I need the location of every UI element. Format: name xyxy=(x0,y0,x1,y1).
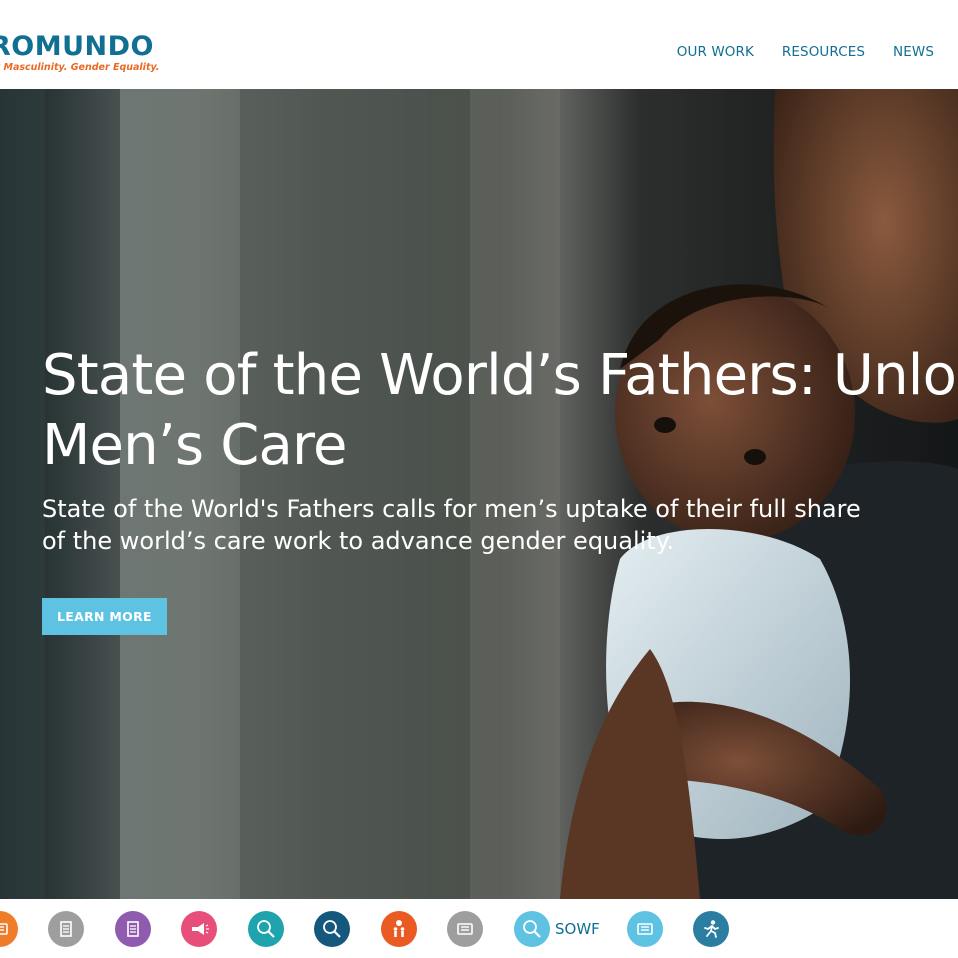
document-icon[interactable] xyxy=(115,911,151,947)
topic-icon-bar: SOWF xyxy=(0,899,958,958)
learn-more-button[interactable]: LEARN MORE xyxy=(42,598,167,635)
hero-title: State of the World’s Fathers: Unlocking … xyxy=(42,341,958,481)
hero-title-line-2: Men’s Care xyxy=(42,413,348,478)
newspaper-icon[interactable] xyxy=(447,911,483,947)
sowf-link[interactable]: SOWF xyxy=(555,920,600,938)
hero-title-line-1: State of the World’s Fathers: Unlocking xyxy=(42,343,958,408)
logo-wordmark: ROMUNDO xyxy=(0,31,154,62)
hero-text: State of the World’s Fathers: Unlocking … xyxy=(42,341,958,635)
search-icon[interactable] xyxy=(514,911,550,947)
hero-banner: State of the World’s Fathers: Unlocking … xyxy=(0,89,958,899)
newspaper-icon[interactable] xyxy=(627,911,663,947)
hero-subtitle: State of the World's Fathers calls for m… xyxy=(42,495,861,555)
search-icon[interactable] xyxy=(248,911,284,947)
running-person-icon[interactable] xyxy=(693,911,729,947)
page: ROMUNDO y Masculinity. Gender Equality. … xyxy=(0,0,958,958)
site-header: ROMUNDO y Masculinity. Gender Equality. … xyxy=(0,0,958,89)
nav-resources[interactable]: RESOURCES xyxy=(782,44,865,60)
family-icon[interactable] xyxy=(381,911,417,947)
logo[interactable]: ROMUNDO y Masculinity. Gender Equality. xyxy=(0,31,159,73)
search-icon[interactable] xyxy=(314,911,350,947)
nav-news[interactable]: NEWS xyxy=(893,44,934,60)
document-icon[interactable] xyxy=(48,911,84,947)
logo-tagline: y Masculinity. Gender Equality. xyxy=(0,62,160,73)
nav-our-work[interactable]: OUR WORK xyxy=(677,44,754,60)
newspaper-icon[interactable] xyxy=(0,911,18,947)
main-nav: OUR WORK RESOURCES NEWS xyxy=(677,44,934,60)
megaphone-icon[interactable] xyxy=(181,911,217,947)
